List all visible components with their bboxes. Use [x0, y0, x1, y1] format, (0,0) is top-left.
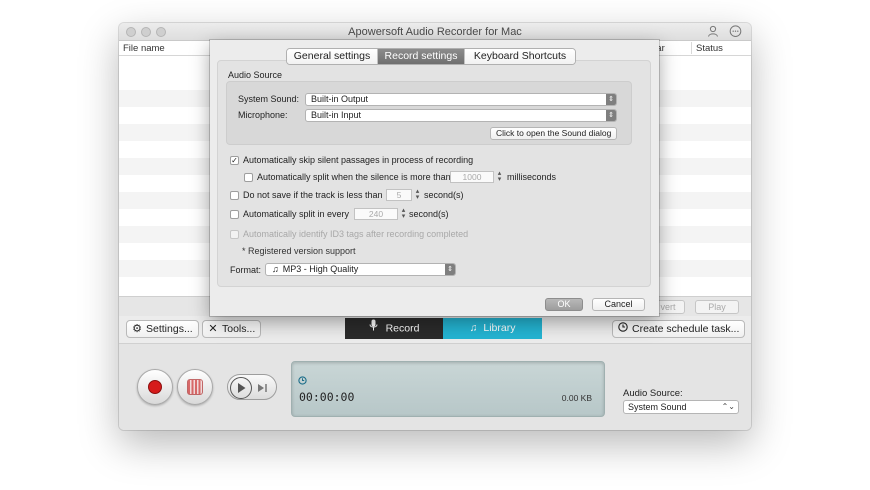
recorder-panel: 00:00:00 0.00 KB Audio Source: System So…	[119, 343, 751, 430]
split-silence-checkbox[interactable]	[244, 173, 253, 182]
schedule-label: Create schedule task...	[632, 323, 740, 335]
split-every-unit: second(s)	[409, 209, 449, 219]
split-every-stepper[interactable]: ▴ ▾	[400, 207, 407, 220]
tab-record[interactable]: Record	[345, 318, 443, 339]
format-label: Format:	[230, 265, 262, 275]
silence-ms-stepper[interactable]: ▴ ▾	[496, 170, 503, 183]
play-next-icon	[230, 377, 267, 399]
tools-label: Tools...	[222, 323, 256, 335]
microphone-icon	[369, 318, 378, 339]
timer-icon	[298, 376, 307, 388]
microphone-label: Microphone:	[238, 110, 288, 120]
cancel-button[interactable]: Cancel	[592, 298, 645, 311]
milliseconds-label: milliseconds	[507, 172, 557, 182]
min-track-stepper[interactable]: ▴ ▾	[414, 188, 421, 201]
registered-note: * Registered version support	[242, 246, 356, 256]
title-bar: Apowersoft Audio Recorder for Mac	[119, 23, 751, 41]
column-status[interactable]: Status	[696, 43, 723, 54]
tools-button[interactable]: ✕ Tools...	[202, 320, 262, 338]
min-track-unit: second(s)	[424, 190, 464, 200]
skip-silent-label: Automatically skip silent passages in pr…	[243, 155, 474, 165]
pause-icon	[187, 379, 203, 395]
tools-icon: ✕	[208, 323, 218, 335]
id3-checkbox	[230, 230, 239, 239]
split-every-input[interactable]: 240	[354, 208, 398, 220]
audio-source-group-label: Audio Source	[228, 70, 283, 80]
settings-label: Settings...	[146, 323, 193, 335]
audio-source-select[interactable]: System Sound ⌃⌄	[623, 400, 739, 414]
tab-record-label: Record	[385, 322, 420, 335]
column-divider	[691, 42, 692, 54]
settings-dialog: General settings Record settings Keyboar…	[210, 40, 659, 316]
elapsed-time: 00:00:00	[299, 390, 355, 404]
microphone-select[interactable]: Built-in Input ⇕	[305, 109, 617, 122]
open-sound-dialog-button[interactable]: Click to open the Sound dialog	[490, 127, 618, 140]
system-sound-label: System Sound:	[238, 94, 300, 104]
silence-ms-input[interactable]: 1000	[450, 171, 494, 183]
system-sound-value: Built-in Output	[311, 94, 369, 104]
chevron-updown-icon: ⌃⌄	[721, 402, 735, 411]
audio-source-label: Audio Source:	[623, 388, 683, 399]
format-select[interactable]: ♫ MP3 - High Quality ⇕	[265, 263, 456, 276]
format-value: MP3 - High Quality	[282, 264, 359, 274]
chevron-updown-icon: ⇕	[606, 110, 616, 121]
chat-icon[interactable]	[728, 25, 742, 39]
microphone-value: Built-in Input	[311, 110, 362, 120]
split-every-checkbox[interactable]	[230, 210, 239, 219]
column-file-name[interactable]: File name	[123, 43, 165, 54]
system-sound-select[interactable]: Built-in Output ⇕	[305, 93, 617, 106]
tab-library[interactable]: ♫ Library	[443, 318, 542, 339]
split-every-label: Automatically split in every	[243, 209, 350, 219]
audio-source-value: System Sound	[628, 402, 687, 412]
pause-button[interactable]	[177, 369, 213, 405]
chevron-updown-icon: ⇕	[445, 264, 455, 275]
ok-button[interactable]: OK	[545, 298, 583, 311]
min-track-label: Do not save if the track is less than	[243, 190, 383, 200]
settings-button[interactable]: ⚙ Settings...	[126, 320, 199, 338]
record-dot-icon	[148, 380, 162, 394]
tab-record-settings[interactable]: Record settings	[378, 49, 465, 64]
music-note-icon: ♫	[272, 264, 279, 274]
create-schedule-task-button[interactable]: Create schedule task...	[612, 320, 746, 338]
skip-silent-checkbox[interactable]: ✓	[230, 156, 239, 165]
gear-icon: ⚙	[132, 323, 142, 335]
user-icon[interactable]	[706, 25, 720, 39]
tab-keyboard-shortcuts[interactable]: Keyboard Shortcuts	[465, 49, 575, 64]
id3-label: Automatically identify ID3 tags after re…	[243, 229, 469, 239]
clock-icon	[617, 321, 629, 337]
music-note-icon: ♫	[469, 322, 478, 334]
min-track-checkbox[interactable]	[230, 191, 239, 200]
play-button[interactable]: Play	[695, 300, 739, 314]
play-next-button[interactable]	[227, 374, 277, 400]
tab-general-settings[interactable]: General settings	[287, 49, 378, 64]
file-size: 0.00 KB	[561, 393, 592, 403]
record-button[interactable]	[137, 369, 173, 405]
chevron-updown-icon: ⇕	[606, 94, 616, 105]
tab-library-label: Library	[483, 322, 516, 334]
min-track-input[interactable]: 5	[386, 189, 412, 201]
settings-tabs: General settings Record settings Keyboar…	[286, 48, 576, 65]
window-title: Apowersoft Audio Recorder for Mac	[348, 26, 522, 38]
split-silence-label: Automatically split when the silence is …	[257, 172, 451, 182]
recording-display: 00:00:00 0.00 KB	[291, 361, 605, 417]
